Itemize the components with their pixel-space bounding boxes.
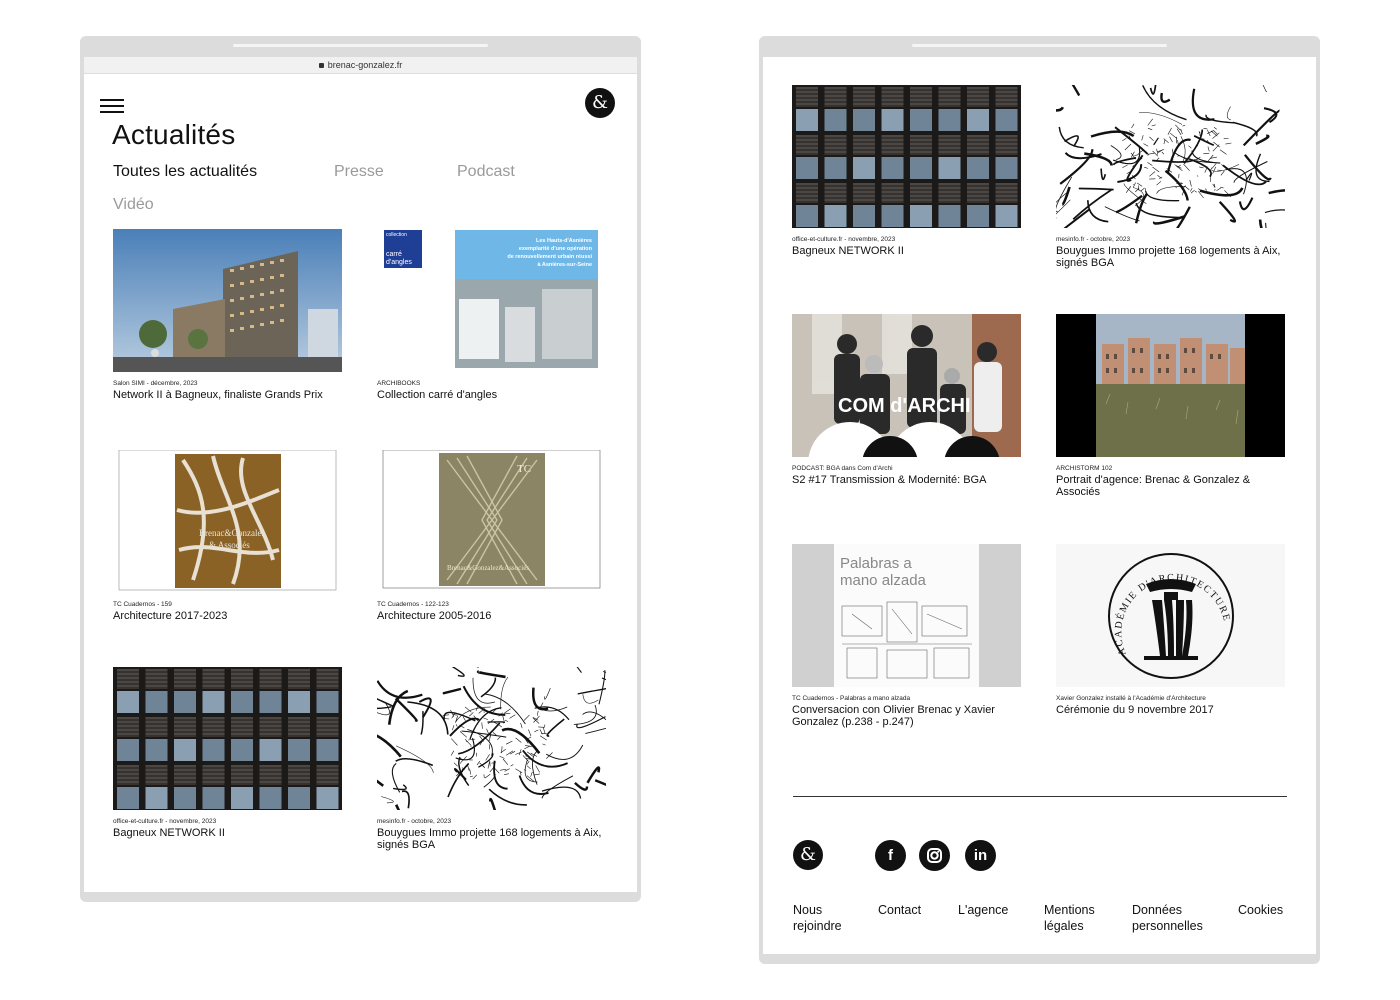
svg-text:mano alzada: mano alzada (840, 572, 927, 589)
svg-text:collection: collection (386, 232, 407, 238)
hamburger-menu-icon[interactable] (100, 99, 124, 115)
svg-text:TC: TC (517, 463, 531, 475)
footer-link-nous-rejoindre[interactable]: Nous rejoindre (793, 902, 842, 934)
ampersand-logo-icon[interactable]: & (585, 88, 615, 118)
news-card[interactable]: ACADÉMIE D'ARCHITECTURE Xavier Gonzalez … (1056, 544, 1286, 716)
card-image (792, 85, 1021, 228)
card-title: Architecture 2005-2016 (377, 610, 492, 622)
card-meta: office-et-culture.fr - novembre, 2023 (113, 818, 217, 825)
left-screen: brenac-gonzalez.fr & Actualités Toutes l… (84, 57, 637, 892)
news-card[interactable]: office-et-culture.fr - novembre, 2023 Ba… (792, 85, 1022, 257)
news-card[interactable]: office-et-culture.fr - novembre, 2023 Ba… (113, 667, 343, 839)
news-card[interactable]: COM d'ARCHI PODCAST: BGA dans Com d'Arch… (792, 314, 1022, 486)
card-meta: mesinfo.fr - octobre, 2023 (1056, 236, 1131, 243)
svg-text:Palabras a: Palabras a (840, 555, 912, 572)
card-title: Bouygues Immo projette 168 logements à A… (377, 827, 602, 851)
left-tablet-frame: brenac-gonzalez.fr & Actualités Toutes l… (80, 36, 641, 902)
svg-text:Brenac&Gonzalez&Associés: Brenac&Gonzalez&Associés (447, 564, 529, 572)
card-title: S2 #17 Transmission & Modernité: BGA (792, 474, 987, 486)
tablet-handle (912, 44, 1167, 47)
card-meta: ARCHISTORM 102 (1056, 465, 1113, 472)
footer-link-agence[interactable]: L'agence (958, 902, 1008, 918)
card-title: Bouygues Immo projette 168 logements à A… (1056, 245, 1281, 269)
news-card[interactable]: ARCHISTORM 102 Portrait d'agence: Brenac… (1056, 314, 1286, 498)
address-url: brenac-gonzalez.fr (327, 60, 403, 70)
ampersand-logo-icon[interactable]: & (793, 840, 823, 870)
card-meta: TC Cuadernos - 122-123 (377, 601, 449, 608)
instagram-icon[interactable] (919, 840, 950, 871)
footer-link-line: Mentions (1044, 903, 1095, 917)
card-title: Portrait d'agence: Brenac & Gonzalez & A… (1056, 474, 1251, 498)
card-image (1056, 314, 1285, 457)
lock-icon (318, 63, 324, 69)
card-title: Architecture 2017-2023 (113, 610, 228, 622)
svg-text:carré: carré (386, 251, 402, 258)
card-title: Collection carré d'angles (377, 389, 498, 401)
filter-video[interactable]: Vidéo (113, 196, 154, 214)
card-meta: TC Cuadernos - 159 (113, 601, 172, 608)
card-meta: Xavier Gonzalez installé à l'Académie d'… (1056, 695, 1206, 702)
footer-link-mentions-legales[interactable]: Mentions légales (1044, 902, 1095, 934)
footer-link-line: Contact (878, 903, 922, 917)
linkedin-icon[interactable]: in (965, 840, 996, 871)
card-image: Brenac&Gonzalez & Associés (113, 450, 342, 593)
svg-text:d'angles: d'angles (386, 259, 412, 266)
footer-link-line: Nous (793, 903, 823, 917)
news-card[interactable]: Palabras a mano alzada TC Cuadernos - Pa… (792, 544, 1022, 728)
card-image (1056, 85, 1285, 228)
footer-link-donnees-personnelles[interactable]: Données personnelles (1132, 902, 1203, 934)
footer-divider (793, 796, 1287, 797)
card-title: Bagneux NETWORK II (113, 827, 225, 839)
address-bar[interactable]: brenac-gonzalez.fr (84, 57, 637, 74)
news-card[interactable]: Salon SIMI - décembre, 2023 Network II à… (113, 229, 343, 401)
news-card[interactable]: mesinfo.fr - octobre, 2023 Bouygues Immo… (377, 667, 607, 851)
news-card[interactable]: mesinfo.fr - octobre, 2023 Bouygues Immo… (1056, 85, 1286, 269)
right-tablet-frame: office-et-culture.fr - novembre, 2023 Ba… (759, 36, 1320, 964)
filter-presse[interactable]: Presse (334, 163, 384, 181)
card-meta: ARCHIBOOKS (377, 380, 421, 387)
card-image (113, 229, 342, 372)
svg-text:de renouvellement urbain réuss: de renouvellement urbain réussi (507, 254, 592, 260)
card-meta: TC Cuadernos - Palabras a mano alzada (792, 695, 911, 702)
card-meta: PODCAST: BGA dans Com d'Archi (792, 465, 893, 472)
card-image (377, 667, 606, 810)
card-image (113, 667, 342, 810)
card-meta: office-et-culture.fr - novembre, 2023 (792, 236, 896, 243)
svg-text:& Associés: & Associés (209, 540, 250, 550)
footer-link-line: rejoindre (793, 919, 842, 933)
footer-link-contact[interactable]: Contact (878, 902, 921, 918)
footer-link-line: Cookies (1238, 903, 1284, 917)
svg-text:à Asnières-sur-Seine: à Asnières-sur-Seine (537, 262, 592, 268)
news-card[interactable]: TC Brenac&Gonzalez&Associés TC Cuadernos… (377, 450, 607, 622)
card-meta: mesinfo.fr - octobre, 2023 (377, 818, 452, 825)
filter-podcast[interactable]: Podcast (457, 163, 515, 181)
svg-text:COM d'ARCHI: COM d'ARCHI (838, 395, 971, 417)
footer-link-cookies[interactable]: Cookies (1238, 902, 1283, 918)
card-title: Cérémonie du 9 novembre 2017 (1056, 704, 1214, 716)
card-image: COM d'ARCHI (792, 314, 1021, 457)
footer-link-line: personnelles (1132, 919, 1203, 933)
card-image: TC Brenac&Gonzalez&Associés (377, 450, 606, 593)
card-title: Conversacion con Olivier Brenac y Xavier… (792, 704, 995, 728)
page-title: Actualités (112, 119, 236, 150)
tablet-handle (233, 44, 488, 47)
card-title: Network II à Bagneux, finaliste Grands P… (113, 389, 323, 401)
card-title: Bagneux NETWORK II (792, 245, 904, 257)
news-card[interactable]: Brenac&Gonzalez & Associés TC Cuadernos … (113, 450, 343, 622)
svg-text:Brenac&Gonzalez: Brenac&Gonzalez (199, 528, 265, 538)
footer-link-line: légales (1044, 919, 1084, 933)
card-meta: Salon SIMI - décembre, 2023 (113, 380, 198, 387)
card-image: ACADÉMIE D'ARCHITECTURE (1056, 544, 1285, 687)
filter-all[interactable]: Toutes les actualités (113, 163, 257, 181)
card-image: collection carré d'angles Les Hauts-d'As… (377, 229, 606, 372)
svg-text:exemplarité d'une opération: exemplarité d'une opération (519, 246, 593, 252)
news-card[interactable]: collection carré d'angles Les Hauts-d'As… (377, 229, 607, 401)
svg-text:Les Hauts-d'Asnières: Les Hauts-d'Asnières (536, 238, 592, 244)
right-screen: office-et-culture.fr - novembre, 2023 Ba… (763, 57, 1316, 954)
card-image: Palabras a mano alzada (792, 544, 1021, 687)
facebook-icon[interactable]: f (875, 840, 906, 871)
footer-link-line: Données (1132, 903, 1183, 917)
footer-link-line: L'agence (958, 903, 1009, 917)
